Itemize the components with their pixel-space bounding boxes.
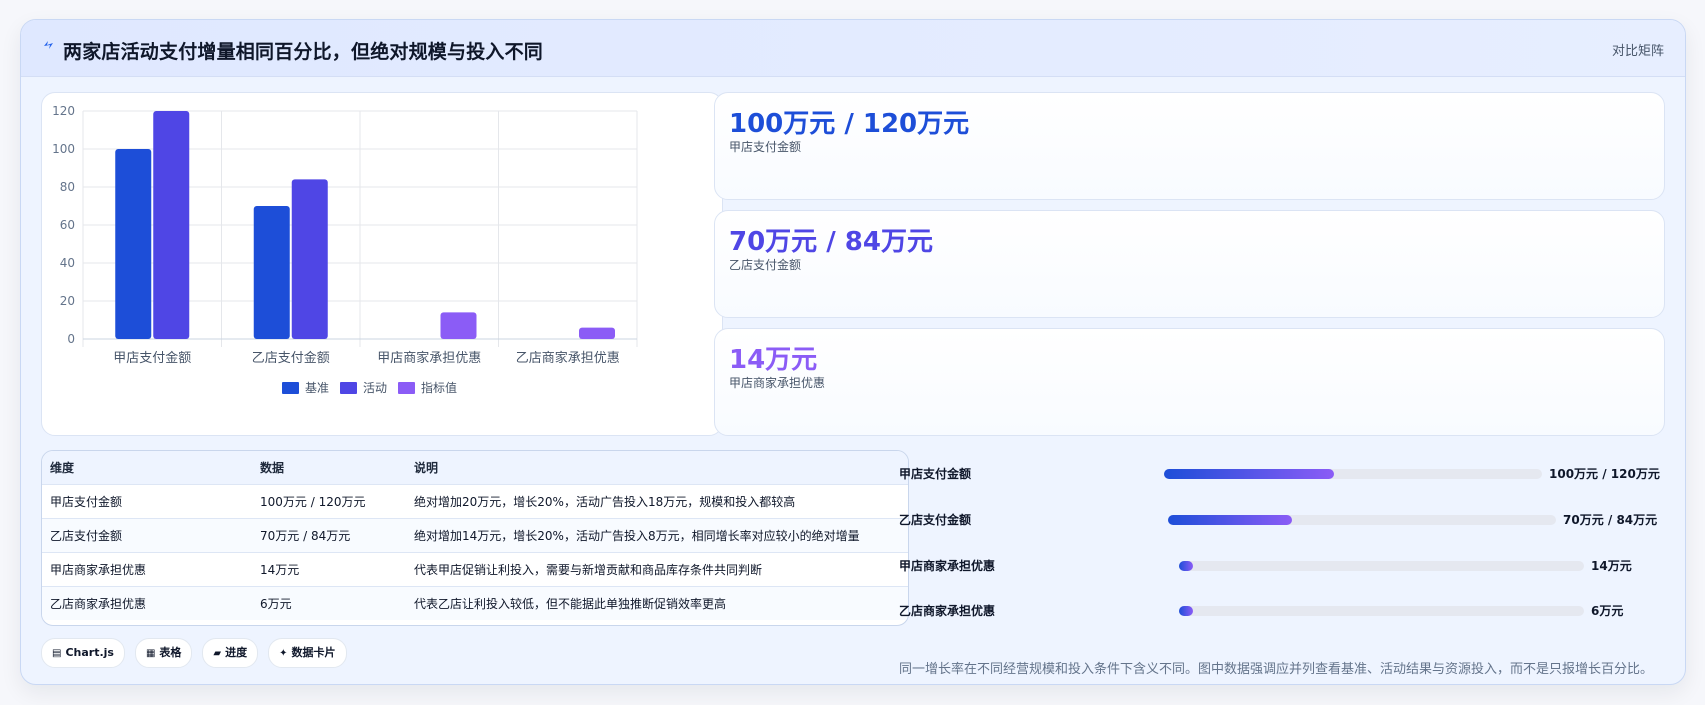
y-tick-label: 120 [52, 104, 75, 118]
progress-fill [1179, 606, 1194, 616]
table-header-row: 维度 数据 说明 [42, 451, 908, 485]
table-cell: 绝对增加20万元，增长20%，活动广告投入18万元，规模和投入都较高 [406, 484, 908, 519]
y-tick-label: 80 [60, 180, 75, 194]
table-cell: 代表甲店促销让利投入，需要与新增贡献和商品库存条件共同判断 [406, 552, 908, 587]
bar-基准 [253, 206, 290, 339]
footnote: 同一增长率在不同经营规模和投入条件下含义不同。图中数据强调应并列查看基准、活动结… [899, 662, 1654, 677]
y-tick-label: 20 [60, 294, 75, 308]
bar-chart-card: 0 20 40 60 80 100 120 甲店支付金额 乙店支付金额 甲店商家承担优惠 乙店商家承… [41, 92, 723, 436]
legend-swatch [282, 382, 299, 394]
column-header-dimension: 维度 [42, 451, 252, 485]
progress-icon: ▰ [213, 648, 222, 659]
table-row: 甲店支付金额 100万元 / 120万元 绝对增加20万元，增长20%，活动广告投入… [42, 484, 908, 519]
table-cell: 100万元 / 120万元 [252, 484, 406, 519]
legend-swatch [340, 382, 357, 394]
progress-fill [1164, 469, 1335, 479]
table-icon: ▦ [145, 648, 156, 659]
chip-label: 进度 [225, 646, 248, 659]
progress-track [1179, 606, 1584, 616]
legend-label: 基准 [305, 381, 329, 395]
legend-label: 指标值 [421, 380, 457, 395]
table-cell: 代表乙店让利投入较低，但不能据此单独推断促销效率更高 [406, 586, 908, 620]
table-row: 甲店商家承担优惠 14万元 代表甲店促销让利投入，需要与新增贡献和商品库存条件共同判… [42, 552, 908, 587]
legend-label: 活动 [363, 381, 387, 395]
chip-progress[interactable]: ▰ 进度 [202, 638, 259, 668]
bar-chart: 0 20 40 60 80 100 120 甲店支付金额 乙店支付金额 甲店商家承担优惠 乙店商家承… [52, 104, 638, 395]
progress-row-a-discount: 甲店商家承担优惠 14万元 [899, 554, 1685, 578]
progress-row-b-payment: 乙店支付金额 70万元 / 84万元 [899, 508, 1685, 532]
column-header-data: 数据 [252, 451, 406, 485]
metric-value: 14万元 [729, 345, 818, 375]
table-cell: 70万元 / 84万元 [252, 518, 406, 553]
comparison-table: 维度 数据 说明 甲店支付金额 100万元 / 120万元 绝对增加20万元，增长2… [41, 450, 909, 626]
progress-value: 6万元 [1591, 604, 1624, 618]
y-tick-label: 0 [67, 332, 75, 346]
bar-基准 [115, 149, 152, 339]
y-tick-label: 100 [52, 142, 75, 156]
column-header-description: 说明 [406, 451, 908, 485]
spark-icon [44, 41, 53, 49]
progress-label: 乙店商家承担优惠 [899, 604, 996, 618]
metric-label: 甲店商家承担优惠 [729, 376, 826, 390]
metric-card-a-discount: 14万元 甲店商家承担优惠 [714, 328, 1665, 436]
x-tick-label: 甲店商家承担优惠 [377, 350, 481, 366]
metric-card-b-payment: 70万元 / 84万元 乙店支付金额 [714, 210, 1665, 318]
table-cell: 14万元 [252, 552, 406, 587]
chart-icon: ▤ [52, 648, 62, 659]
table-cell: 6万元 [252, 586, 406, 620]
x-tick-label: 乙店支付金额 [252, 350, 330, 366]
chip-label: 表格 [159, 646, 182, 659]
progress-value: 100万元 / 120万元 [1549, 467, 1660, 481]
data-card-icon: ✦ [279, 648, 288, 659]
bar-活动 [153, 111, 190, 339]
table-cell: 甲店支付金额 [42, 484, 252, 519]
metric-label: 甲店支付金额 [729, 140, 802, 154]
y-tick-label: 40 [60, 256, 75, 270]
x-tick-label: 甲店支付金额 [113, 350, 191, 366]
metric-value: 70万元 / 84万元 [729, 227, 933, 257]
progress-label: 甲店商家承担优惠 [899, 559, 996, 573]
chip-table[interactable]: ▦ 表格 [134, 638, 193, 668]
progress-track [1164, 469, 1542, 479]
table-cell: 绝对增加14万元，增长20%，活动广告投入8万元，相同增长率对应较小的绝对增量 [406, 518, 908, 553]
legend-swatch [398, 382, 415, 394]
bar-指标值 [440, 312, 477, 339]
progress-value: 70万元 / 84万元 [1563, 513, 1658, 527]
comparison-panel: 两家店活动支付增量相同百分比，但绝对规模与投入不同 对比矩阵 0 20 40 60 80… [20, 19, 1686, 685]
view-chips: ▤ Chart.js ▦ 表格 ▰ 进度 ✦ 数据卡片 [41, 638, 347, 668]
progress-fill [1168, 515, 1293, 525]
view-badge: 对比矩阵 [1611, 44, 1664, 59]
progress-label: 乙店支付金额 [899, 513, 972, 527]
chip-label: 数据卡片 [291, 646, 336, 659]
table-row: 乙店支付金额 70万元 / 84万元 绝对增加14万元，增长20%，活动广告投入8万… [42, 518, 908, 553]
table-row: 乙店商家承担优惠 6万元 代表乙店让利投入较低，但不能据此单独推断促销效率更高 [42, 586, 908, 620]
metric-value: 100万元 / 120万元 [729, 109, 970, 139]
page-title: 两家店活动支付增量相同百分比，但绝对规模与投入不同 [63, 41, 544, 63]
chip-label: Chart.js [65, 646, 114, 659]
table-cell: 乙店支付金额 [42, 518, 252, 553]
progress-fill [1179, 561, 1194, 571]
progress-row-b-discount: 乙店商家承担优惠 6万元 [899, 599, 1685, 623]
metric-label: 乙店支付金额 [729, 258, 802, 272]
progress-track [1179, 561, 1584, 571]
y-tick-label: 60 [60, 218, 75, 232]
chip-chartjs[interactable]: ▤ Chart.js [41, 638, 125, 668]
x-tick-label: 乙店商家承担优惠 [516, 350, 620, 366]
progress-row-a-payment: 甲店支付金额 100万元 / 120万元 [899, 462, 1685, 486]
progress-track [1168, 515, 1556, 525]
chip-data-card[interactable]: ✦ 数据卡片 [268, 638, 347, 668]
panel-header: 两家店活动支付增量相同百分比，但绝对规模与投入不同 对比矩阵 [21, 20, 1685, 77]
table-cell: 乙店商家承担优惠 [42, 586, 252, 620]
metric-card-a-payment: 100万元 / 120万元 甲店支付金额 [714, 92, 1665, 200]
table-cell: 甲店商家承担优惠 [42, 552, 252, 587]
progress-value: 14万元 [1591, 559, 1632, 573]
progress-label: 甲店支付金额 [899, 467, 972, 481]
bar-活动 [291, 179, 328, 339]
bar-指标值 [579, 327, 615, 339]
